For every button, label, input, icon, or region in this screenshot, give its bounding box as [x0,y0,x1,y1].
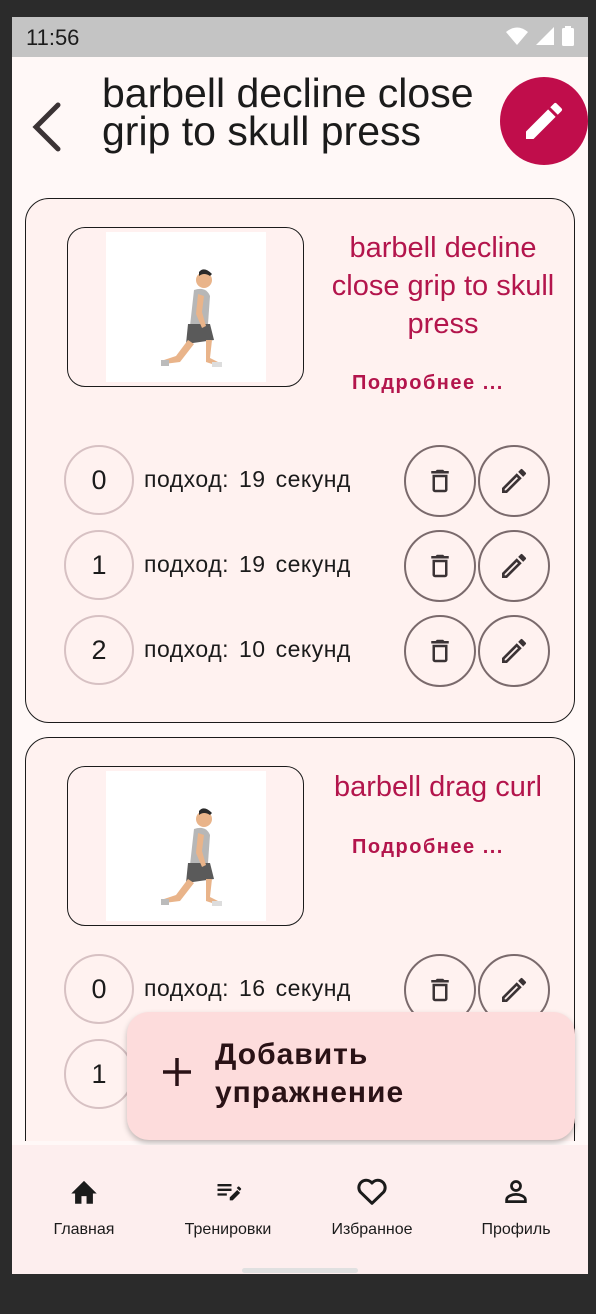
top-app-bar: barbell decline close grip to skull pres… [12,57,588,185]
exercise-name: barbell decline close grip to skull pres… [331,232,555,340]
set-value: 19 [239,466,266,492]
set-label: подход: [144,551,229,577]
set-unit: секунд [275,636,351,662]
add-exercise-label: Добавить упражнение [215,1038,405,1109]
set-index: 1 [64,530,134,600]
edit-set-button[interactable] [478,615,550,687]
nav-label: Профиль [481,1221,551,1238]
page-title: barbell decline close grip to skull pres… [102,74,474,154]
set-index: 0 [64,445,134,515]
set-index: 0 [64,954,134,1024]
nav-label: Главная [53,1221,115,1238]
set-description: подход: 19 секунд [144,466,361,493]
exercise-list: barbell decline close grip to skull pres… [12,185,588,1141]
nav-item-favorites[interactable]: Избранное [300,1145,444,1255]
status-time: 11:56 [26,25,80,50]
bottom-navigation: Главная Тренировки Избранное Профиль [12,1145,588,1274]
set-label: подход: [144,636,229,662]
details-link[interactable]: Подробнее ... [352,372,504,395]
exercise-name: barbell drag curl [334,771,542,803]
back-button[interactable] [28,101,68,153]
heart-icon [354,1175,390,1207]
set-description: подход: 16 секунд [144,975,361,1002]
pencil-icon [502,553,527,578]
add-exercise-button[interactable]: Добавить упражнение [127,1012,575,1140]
set-value: 19 [239,551,266,577]
delete-set-button[interactable] [404,615,476,687]
plus-icon [163,1058,191,1086]
set-index: 2 [64,615,134,685]
exercise-image[interactable] [67,227,304,387]
details-link[interactable]: Подробнее ... [352,836,504,859]
status-bar: 11:56 [12,17,588,57]
set-row: 0 подход: 19 секунд [64,445,554,517]
wifi-icon [506,27,528,45]
person-icon [498,1175,534,1207]
trash-icon [431,978,449,1002]
exercise-card: barbell decline close grip to skull pres… [25,198,575,723]
set-index: 1 [64,1039,134,1109]
nav-item-profile[interactable]: Профиль [444,1145,588,1255]
set-unit: секунд [275,466,351,492]
exercise-image-frame [106,771,266,921]
edit-workout-button[interactable] [500,77,588,165]
delete-set-button[interactable] [404,445,476,517]
back-arrow-icon [32,102,61,152]
exercise-image[interactable] [67,766,304,926]
nav-label: Тренировки [184,1221,272,1238]
trash-icon [431,639,449,663]
set-row: 1 подход: 19 секунд [64,530,554,602]
status-icons [506,26,574,46]
battery-icon [562,26,574,46]
delete-set-button[interactable] [404,530,476,602]
gesture-handle[interactable] [242,1268,358,1273]
athlete-illustration [161,269,222,367]
nav-label: Избранное [331,1221,413,1238]
set-row: 2 подход: 10 секунд [64,615,554,687]
set-description: подход: 19 секунд [144,551,361,578]
set-description: подход: 10 секунд [144,636,361,663]
trash-icon [431,469,449,493]
set-label: подход: [144,975,229,1001]
home-icon [66,1175,102,1207]
athlete-illustration [161,808,222,906]
set-value: 10 [239,636,266,662]
exercise-image-frame [106,232,266,382]
workouts-icon [210,1175,246,1207]
edit-set-button[interactable] [478,530,550,602]
app-screen: 11:56 barbell decline close grip to skul… [12,17,588,1274]
edit-set-button[interactable] [478,445,550,517]
signal-icon [536,27,554,45]
nav-item-home[interactable]: Главная [12,1145,156,1255]
pencil-icon [502,468,527,493]
set-unit: секунд [275,551,351,577]
pencil-icon [502,638,527,663]
set-value: 16 [239,975,266,1001]
pencil-icon [526,102,563,139]
pencil-icon [502,977,527,1002]
set-unit: секунд [275,975,351,1001]
trash-icon [431,554,449,578]
nav-item-workouts[interactable]: Тренировки [156,1145,300,1255]
set-label: подход: [144,466,229,492]
